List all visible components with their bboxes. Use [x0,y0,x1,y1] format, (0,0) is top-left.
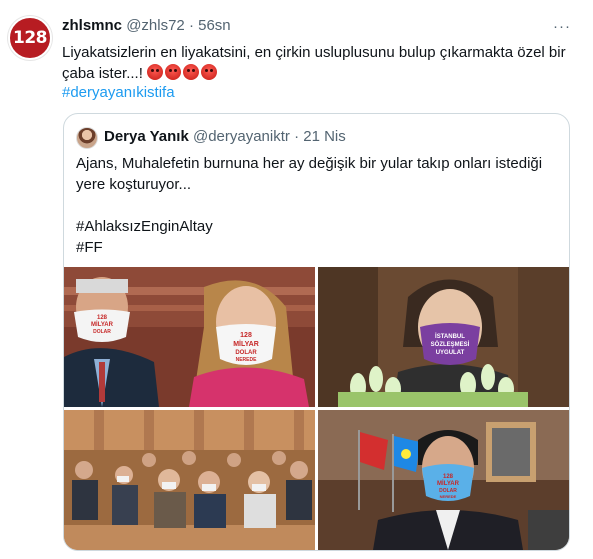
quoted-text: Ajans, Muhalefetin burnuna her ay değişi… [76,155,543,256]
mask-text: MİLYAR [437,480,460,487]
angry-face-icon [201,64,218,80]
mask-text: 128 [97,315,108,321]
mask-text: MİLYAR [91,321,114,328]
mask-text: SÖZLEŞMESİ [431,341,470,348]
quoted-author-name[interactable]: Derya Yanık [104,128,189,145]
mask-text: NEREDE [440,494,457,499]
tweet-text: Liyakatsizlerin en liyakatsini, en çirki… [62,42,572,84]
more-dots-icon[interactable]: ··· [553,18,571,35]
mask-text: İSTANBUL [435,333,465,340]
photo-3[interactable] [64,410,315,550]
separator-dot: · [294,128,300,145]
quoted-header: Derya Yanık @deryayaniktr · 21 Nis [104,128,346,145]
tweet-header: zhlsmnc @zhls72 · 56sn [62,17,231,34]
avatar[interactable]: 128 [8,16,52,60]
tweet[interactable]: 128 zhlsmnc @zhls72 · 56sn ··· Liyakatsi… [0,0,593,559]
author-name[interactable]: zhlsmnc [62,17,122,34]
photo-2[interactable]: İSTANBUL SÖZLEŞMESİ UYGULAT [318,267,569,407]
quoted-author-handle[interactable]: @deryayaniktr [193,128,290,145]
angry-face-icon [183,64,200,80]
mask-text: DOLAR [235,350,257,356]
angry-face-icon [147,64,164,80]
mask-text: NEREDE [236,357,258,363]
photo-grid: 128 MİLYAR DOLAR 128 MİLYAR DOLAR NEREDE [64,267,569,550]
mask-text: 128 [240,332,252,339]
tweet-body: Liyakatsizlerin en liyakatsini, en çirki… [62,44,566,82]
angry-face-icon [165,64,182,80]
mask-text: DOLAR [93,329,111,335]
quoted-time[interactable]: 21 Nis [303,128,346,145]
photo-4[interactable]: 128 MİLYAR DOLAR NEREDE [318,410,569,550]
quoted-avatar[interactable] [76,127,98,149]
mask-text: MİLYAR [233,340,259,348]
tweet-time[interactable]: 56sn [198,17,231,34]
separator-dot: · [188,17,194,34]
avatar-label: 128 [13,28,48,48]
author-handle[interactable]: @zhls72 [126,17,185,34]
mask-text: UYGULAT [436,350,465,356]
hashtag-link[interactable]: #deryayanıkistifa [62,84,175,101]
quoted-tweet[interactable]: Derya Yanık @deryayaniktr · 21 Nis Ajans… [63,113,570,551]
mask-text: 128 [443,474,454,480]
photo-1[interactable]: 128 MİLYAR DOLAR 128 MİLYAR DOLAR NEREDE [64,267,315,407]
